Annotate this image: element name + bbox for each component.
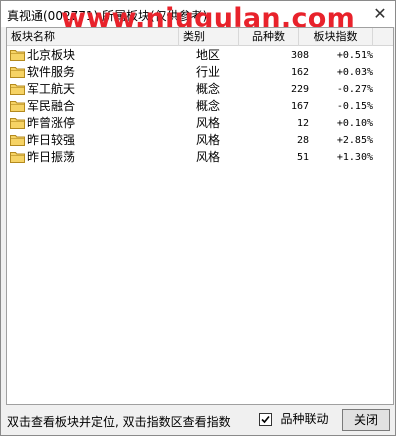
sector-category: 风格 [196, 116, 221, 130]
sector-count: 28 [296, 135, 309, 146]
sector-index[interactable]: -0.27% [309, 81, 373, 98]
table-row[interactable]: 军民融合 概念 167 -0.15% [7, 98, 393, 115]
sector-count: 167 [290, 101, 309, 112]
folder-icon [10, 84, 25, 95]
sector-index[interactable]: -0.15% [309, 98, 373, 115]
linkage-checkbox[interactable]: 品种联动 [259, 412, 329, 428]
sector-name-cell: 北京板块 [10, 47, 178, 64]
table-row[interactable]: 软件服务 行业 162 +0.03% [7, 64, 393, 81]
list-header: 板块名称 类别 品种数 板块指数 [7, 28, 393, 46]
checkmark-icon [261, 415, 270, 424]
folder-icon [10, 152, 25, 163]
sector-name-cell: 昨曾涨停 [10, 115, 178, 132]
table-row[interactable]: 昨曾涨停 风格 12 +0.10% [7, 115, 393, 132]
header-sector-name[interactable]: 板块名称 [7, 28, 179, 46]
sector-name: 北京板块 [27, 48, 76, 62]
sector-list[interactable]: 板块名称 类别 品种数 板块指数 北京板块 地区 308 +0.51% 软件服务 行业 16… [6, 27, 394, 405]
table-row[interactable]: 昨日振荡 风格 51 +1.30% [7, 149, 393, 166]
sector-count: 12 [296, 118, 309, 129]
sector-name: 昨日振荡 [27, 150, 76, 164]
table-row[interactable]: 昨日较强 风格 28 +2.85% [7, 132, 393, 149]
title-bar[interactable]: 真视通(002771) 所属板块(仅供参考) ✕ www.niugulan.co… [1, 1, 395, 34]
close-button[interactable]: 关闭 [342, 409, 390, 431]
table-row[interactable]: 军工航天 概念 229 -0.27% [7, 81, 393, 98]
folder-icon [10, 67, 25, 78]
footer-bar: 双击查看板块并定位, 双击指数区查看指数 品种联动 关闭 [1, 405, 395, 435]
close-icon[interactable]: ✕ [371, 5, 389, 23]
header-category[interactable]: 类别 [179, 28, 239, 46]
window-title: 真视通(002771) 所属板块(仅供参考) [7, 9, 208, 23]
sector-count: 308 [290, 50, 309, 61]
sector-count: 162 [290, 67, 309, 78]
sector-category: 地区 [196, 48, 221, 62]
sector-name: 软件服务 [27, 65, 76, 79]
checkbox-label: 品种联动 [280, 412, 329, 426]
sector-name-cell: 软件服务 [10, 64, 178, 81]
folder-icon [10, 118, 25, 129]
folder-icon [10, 50, 25, 61]
sector-count: 51 [296, 152, 309, 163]
sector-index[interactable]: +1.30% [309, 149, 373, 166]
folder-icon [10, 135, 25, 146]
sector-category: 行业 [196, 65, 221, 79]
sector-index[interactable]: +0.10% [309, 115, 373, 132]
sector-index[interactable]: +0.51% [309, 47, 373, 64]
sector-dialog: 真视通(002771) 所属板块(仅供参考) ✕ www.niugulan.co… [0, 0, 396, 436]
folder-icon [10, 101, 25, 112]
header-filler [373, 28, 393, 46]
sector-name: 军民融合 [27, 99, 76, 113]
sector-category: 概念 [196, 82, 221, 96]
sector-index[interactable]: +0.03% [309, 64, 373, 81]
sector-category: 风格 [196, 133, 221, 147]
header-count[interactable]: 品种数 [239, 28, 299, 46]
table-row[interactable]: 北京板块 地区 308 +0.51% [7, 47, 393, 64]
sector-name-cell: 昨日振荡 [10, 149, 178, 166]
sector-name: 昨日较强 [27, 133, 76, 147]
header-sector-index[interactable]: 板块指数 [299, 28, 373, 46]
list-rows: 北京板块 地区 308 +0.51% 软件服务 行业 162 +0.03% 军工航天 概念 229-… [7, 47, 393, 166]
checkbox-box[interactable] [259, 413, 272, 426]
sector-count: 229 [290, 84, 309, 95]
sector-name-cell: 昨日较强 [10, 132, 178, 149]
sector-name: 军工航天 [27, 82, 76, 96]
sector-name-cell: 军民融合 [10, 98, 178, 115]
footer-hint: 双击查看板块并定位, 双击指数区查看指数 [7, 415, 231, 429]
sector-category: 概念 [196, 99, 221, 113]
sector-category: 风格 [196, 150, 221, 164]
sector-name: 昨曾涨停 [27, 116, 76, 130]
sector-index[interactable]: +2.85% [309, 132, 373, 149]
sector-name-cell: 军工航天 [10, 81, 178, 98]
